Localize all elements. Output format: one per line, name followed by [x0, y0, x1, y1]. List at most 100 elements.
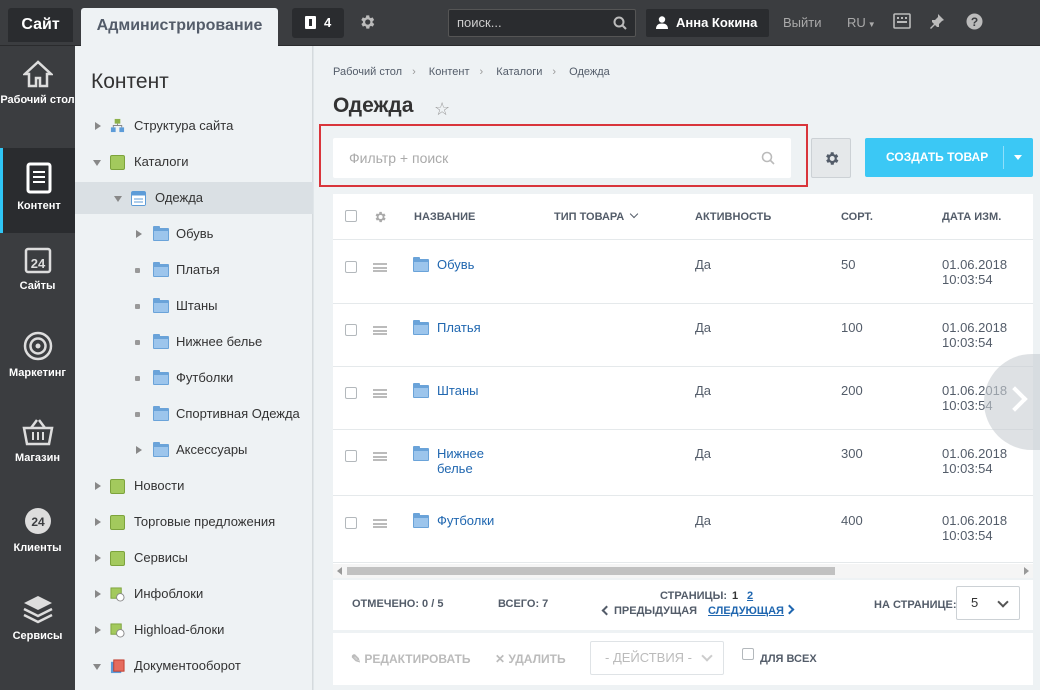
gear-icon[interactable]: [373, 210, 387, 224]
scrollbar-thumb[interactable]: [347, 567, 835, 575]
row-name-link[interactable]: Нижнее белье: [437, 446, 484, 476]
row-checkbox[interactable]: [345, 324, 357, 336]
next-page-link[interactable]: СЛЕДУЮЩАЯ: [708, 605, 784, 617]
settings-button[interactable]: [811, 138, 851, 178]
tree-item-sportswear[interactable]: Спортивная Одежда: [75, 398, 313, 430]
row-checkbox[interactable]: [345, 517, 357, 529]
tree-item-catalogs[interactable]: Каталоги: [75, 146, 313, 178]
menu-shop[interactable]: Магазин: [0, 418, 75, 503]
drag-handle-icon[interactable]: [373, 389, 387, 398]
row-checkbox[interactable]: [345, 387, 357, 399]
breadcrumb-clothes[interactable]: Одежда: [569, 66, 610, 78]
expand-arrow-icon[interactable]: [95, 626, 101, 634]
drag-handle-icon[interactable]: [373, 263, 387, 272]
row-name-link[interactable]: Обувь: [437, 257, 474, 272]
help-icon[interactable]: ?: [966, 13, 983, 30]
search-icon[interactable]: [613, 16, 627, 30]
language-selector[interactable]: RU ▼: [847, 15, 876, 30]
tree-item-workflow[interactable]: Документооборот: [75, 650, 313, 682]
prev-page-button[interactable]: ПРЕДЫДУЩАЯ: [601, 605, 697, 617]
row-checkbox[interactable]: [345, 261, 357, 273]
expand-arrow-icon[interactable]: [95, 590, 101, 598]
per-page-select[interactable]: 5: [956, 586, 1020, 620]
expand-arrow-icon[interactable]: [95, 518, 101, 526]
filter-search-input[interactable]: Фильтр + поиск: [333, 138, 791, 178]
tree-item-infoblocks[interactable]: Инфоблоки: [75, 578, 313, 610]
page-2[interactable]: 2: [747, 590, 753, 602]
row-name-link[interactable]: Футболки: [437, 513, 494, 528]
expand-arrow-icon[interactable]: [95, 482, 101, 490]
expand-arrow-icon[interactable]: [136, 230, 142, 238]
row-name: Нижнее: [437, 446, 484, 461]
table-row[interactable]: Платья Да 100 01.06.2018 10:03:54: [333, 304, 1033, 367]
menu-desktop[interactable]: Рабочий стол: [0, 60, 75, 145]
tree-item-news[interactable]: Новости: [75, 470, 313, 502]
site-tab[interactable]: Сайт: [8, 8, 73, 42]
tree-item-shoes[interactable]: Обувь: [75, 218, 313, 250]
menu-marketing[interactable]: Маркетинг: [0, 331, 75, 416]
user-menu[interactable]: Анна Кокина: [646, 9, 769, 37]
menu-services[interactable]: Сервисы: [0, 594, 75, 679]
tree-item-offers[interactable]: Торговые предложения: [75, 506, 313, 538]
search-icon[interactable]: [761, 151, 775, 165]
gear-icon[interactable]: [358, 13, 376, 31]
chevron-down-icon[interactable]: [1014, 155, 1022, 160]
tree-item-label: Инфоблоки: [134, 586, 204, 601]
drag-handle-icon[interactable]: [373, 452, 387, 461]
logout-link[interactable]: Выйти: [783, 15, 822, 30]
column-name[interactable]: НАЗВАНИЕ: [414, 211, 475, 223]
tree-item-site-structure[interactable]: Структура сайта: [75, 110, 313, 142]
tree-item-dresses[interactable]: Платья: [75, 254, 313, 286]
menu-content[interactable]: Контент: [0, 148, 75, 233]
pin-icon[interactable]: [929, 13, 945, 29]
page-title: Одежда: [333, 94, 414, 117]
expand-arrow-icon[interactable]: [136, 446, 142, 454]
breadcrumb-content[interactable]: Контент: [429, 66, 470, 78]
create-product-button[interactable]: СОЗДАТЬ ТОВАР: [865, 138, 1033, 177]
admin-tab[interactable]: Администрирование: [81, 8, 278, 46]
tree-item-services[interactable]: Сервисы: [75, 542, 313, 574]
row-name-link[interactable]: Штаны: [437, 383, 478, 398]
row-name-link[interactable]: Платья: [437, 320, 481, 335]
collapse-arrow-icon[interactable]: [93, 664, 101, 670]
select-all-checkbox[interactable]: [345, 210, 357, 222]
collapse-arrow-icon[interactable]: [93, 160, 101, 166]
apply-to-all-checkbox[interactable]: [742, 648, 754, 660]
column-date[interactable]: ДАТА ИЗМ.: [942, 211, 1001, 223]
notifications-button[interactable]: 4: [292, 8, 344, 38]
table-row[interactable]: Футболки Да 400 01.06.2018 10:03:54: [333, 497, 1033, 563]
table-row[interactable]: Нижнее белье Да 300 01.06.2018 10:03:54: [333, 430, 1033, 496]
column-sort[interactable]: СОРТ.: [841, 211, 873, 223]
tree-item-accessories[interactable]: Аксессуары: [75, 434, 313, 466]
top-search-input[interactable]: поиск...: [448, 9, 636, 37]
tree-item-underwear[interactable]: Нижнее белье: [75, 326, 313, 358]
tree-item-clothes[interactable]: Одежда: [75, 182, 313, 214]
table-row[interactable]: Штаны Да 200 01.06.2018 10:03:54: [333, 367, 1033, 430]
keyboard-icon[interactable]: [893, 13, 911, 29]
menu-clients[interactable]: 24 Клиенты: [0, 506, 75, 591]
column-active[interactable]: АКТИВНОСТЬ: [695, 211, 771, 223]
page-1[interactable]: 1: [732, 590, 738, 602]
scroll-right-icon[interactable]: [1024, 567, 1029, 575]
expand-arrow-icon[interactable]: [95, 554, 101, 562]
tree-item-pants[interactable]: Штаны: [75, 290, 313, 322]
menu-sites[interactable]: 24 Сайты: [0, 246, 75, 331]
delete-button[interactable]: ✕ УДАЛИТЬ: [495, 652, 566, 666]
expand-arrow-icon[interactable]: [95, 122, 101, 130]
collapse-arrow-icon[interactable]: [114, 196, 122, 202]
breadcrumb-catalogs[interactable]: Каталоги: [496, 66, 542, 78]
tree-item-tshirts[interactable]: Футболки: [75, 362, 313, 394]
drag-handle-icon[interactable]: [373, 326, 387, 335]
horizontal-scrollbar[interactable]: [333, 564, 1033, 578]
breadcrumb-desktop[interactable]: Рабочий стол: [333, 66, 402, 78]
table-row[interactable]: Обувь Да 50 01.06.2018 10:03:54: [333, 241, 1033, 304]
actions-select[interactable]: - ДЕЙСТВИЯ -: [590, 641, 724, 675]
tree-item-highload[interactable]: Highload-блоки: [75, 614, 313, 646]
scroll-left-icon[interactable]: [337, 567, 342, 575]
chevron-right-icon[interactable]: [784, 604, 795, 615]
row-checkbox[interactable]: [345, 450, 357, 462]
drag-handle-icon[interactable]: [373, 519, 387, 528]
star-icon[interactable]: ☆: [434, 99, 450, 120]
edit-button[interactable]: ✎ РЕДАКТИРОВАТЬ: [351, 652, 470, 666]
column-type[interactable]: ТИП ТОВАРА: [554, 209, 639, 223]
